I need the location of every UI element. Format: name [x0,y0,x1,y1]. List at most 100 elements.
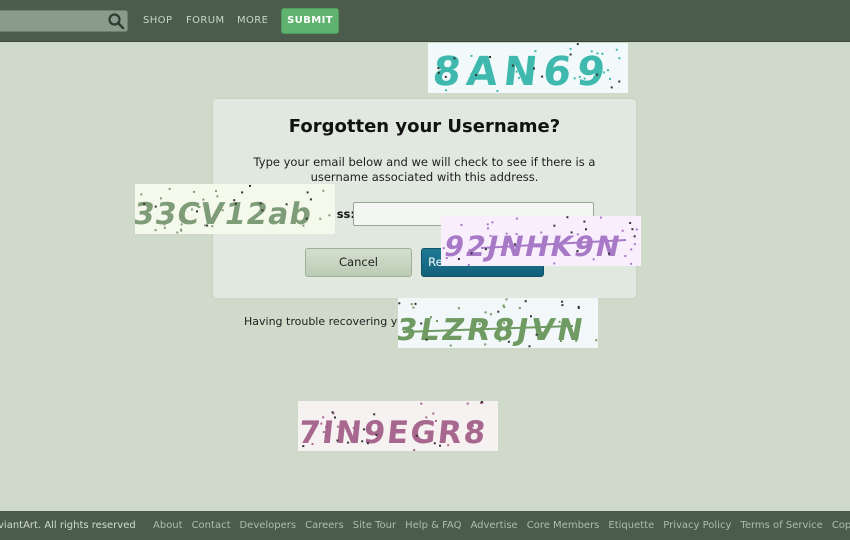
captcha-noise-dot [401,438,404,441]
captcha-noise-dot [281,207,284,210]
captcha-image: 33CV12ab [135,184,335,234]
captcha-noise-dot [176,231,179,234]
captcha-noise-dot [566,216,569,219]
footer: viantArt. All rights reserved About Conta… [0,511,850,540]
captcha-noise-dot [398,302,401,305]
captcha-noise-dot [631,228,634,231]
captcha-noise-dot [366,442,369,445]
footer-link-site-tour[interactable]: Site Tour [353,520,396,531]
captcha-noise-dot [528,345,531,348]
captcha-noise-dot [233,199,236,202]
footer-link-privacy-policy[interactable]: Privacy Policy [663,520,731,531]
captcha-graphic: 7IN9EGR8 [298,401,498,451]
captcha-noise-dot [629,222,632,224]
captcha-noise-dot [558,320,561,323]
captcha-noise-dot [624,255,627,257]
captcha-noise-dot [575,339,578,342]
footer-link-terms-of-service[interactable]: Terms of Service [740,520,822,531]
captcha-noise-dot [593,75,596,78]
captcha-noise-dot [204,224,206,227]
footer-link-careers[interactable]: Careers [305,520,344,531]
captcha-noise-dot [561,304,564,307]
captcha-noise-dot [453,57,456,60]
captcha-noise-dot [505,298,508,301]
captcha-noise-dot [449,56,452,58]
captcha-noise-dot [322,416,325,419]
captcha-noise-dot [471,425,474,428]
captcha-noise-dot [445,257,448,259]
footer-link-copyright[interactable]: Copyr [832,520,850,531]
nav-more[interactable]: MORE [237,15,268,26]
captcha-noise-dot [515,233,518,235]
captcha-noise-dot [577,307,580,309]
copyright-text: viantArt. All rights reserved [0,520,136,531]
captcha-noise-dot [596,52,599,55]
captcha-noise-dot [425,338,428,341]
help-text: Having trouble recovering you [244,315,411,328]
captcha-noise-dot [420,402,423,405]
captcha-noise-dot [515,70,518,73]
captcha-noise-dot [608,252,611,255]
footer-link-core-members[interactable]: Core Members [527,520,600,531]
captcha-noise-dot [607,69,609,72]
captcha-noise-dot [497,310,500,313]
captcha-noise-dot [302,224,305,227]
captcha-noise-dot [334,416,336,419]
captcha-image: 7IN9EGR8 [298,401,498,451]
captcha-noise-dot [439,444,441,447]
captcha-noise-dot [618,57,621,60]
captcha-text: 8AN69 [431,49,614,93]
captcha-noise-dot [541,75,544,78]
footer-link-advertise[interactable]: Advertise [470,520,517,531]
footer-link-developers[interactable]: Developers [239,520,296,531]
captcha-noise-dot [467,263,470,266]
footer-link-etiquette[interactable]: Etiquette [608,520,654,531]
captcha-noise-dot [435,420,437,422]
submit-button[interactable]: SUBMIT [281,8,339,34]
captcha-noise-dot [336,439,339,442]
footer-link-help-faq[interactable]: Help & FAQ [405,520,461,531]
captcha-noise-dot [347,441,350,444]
captcha-noise-dot [570,231,573,234]
captcha-noise-dot [491,221,494,224]
captcha-noise-dot [439,73,442,76]
captcha-noise-dot [449,344,452,347]
captcha-noise-dot [522,318,525,321]
nav-forum[interactable]: FORUM [186,15,225,26]
captcha-noise-dot [630,262,633,265]
nav-shop[interactable]: SHOP [143,15,172,26]
captcha-noise-dot [447,444,450,447]
captcha-noise-dot [576,43,579,46]
captcha-text: 92JNHK9N [441,230,625,263]
captcha-noise-dot [633,243,636,246]
captcha-noise-dot [331,411,334,414]
captcha-noise-dot [585,228,587,231]
captcha-noise-dot [478,67,481,70]
captcha-noise-dot [154,229,157,232]
captcha-noise-dot [578,75,581,78]
captcha-noise-dot [325,426,328,429]
captcha-noise-dot [479,433,482,436]
dialog-description: Type your email below and we will check … [253,155,596,184]
footer-links: About Contact Developers Careers Site Tour He… [153,520,850,531]
captcha-noise-dot [193,190,196,193]
captcha-noise-dot [630,248,633,251]
search-input[interactable] [0,10,128,32]
captcha-noise-dot [457,307,460,310]
captcha-noise-dot [420,322,423,325]
cancel-button[interactable]: Cancel [305,248,412,277]
captcha-noise-dot [361,440,364,443]
footer-link-contact[interactable]: Contact [192,520,231,531]
search-icon[interactable] [107,12,125,30]
captcha-noise-dot [466,402,469,405]
captcha-noise-dot [569,47,572,50]
captcha-noise-dot [530,315,532,318]
captcha-noise-dot [601,52,604,55]
captcha-noise-dot [211,225,214,228]
captcha-noise-dot [305,217,308,220]
captcha-noise-dot [432,412,435,415]
footer-link-about[interactable]: About [153,520,183,531]
captcha-noise-dot [569,53,572,56]
captcha-noise-dot [502,304,505,307]
captcha-noise-dot [489,56,491,58]
